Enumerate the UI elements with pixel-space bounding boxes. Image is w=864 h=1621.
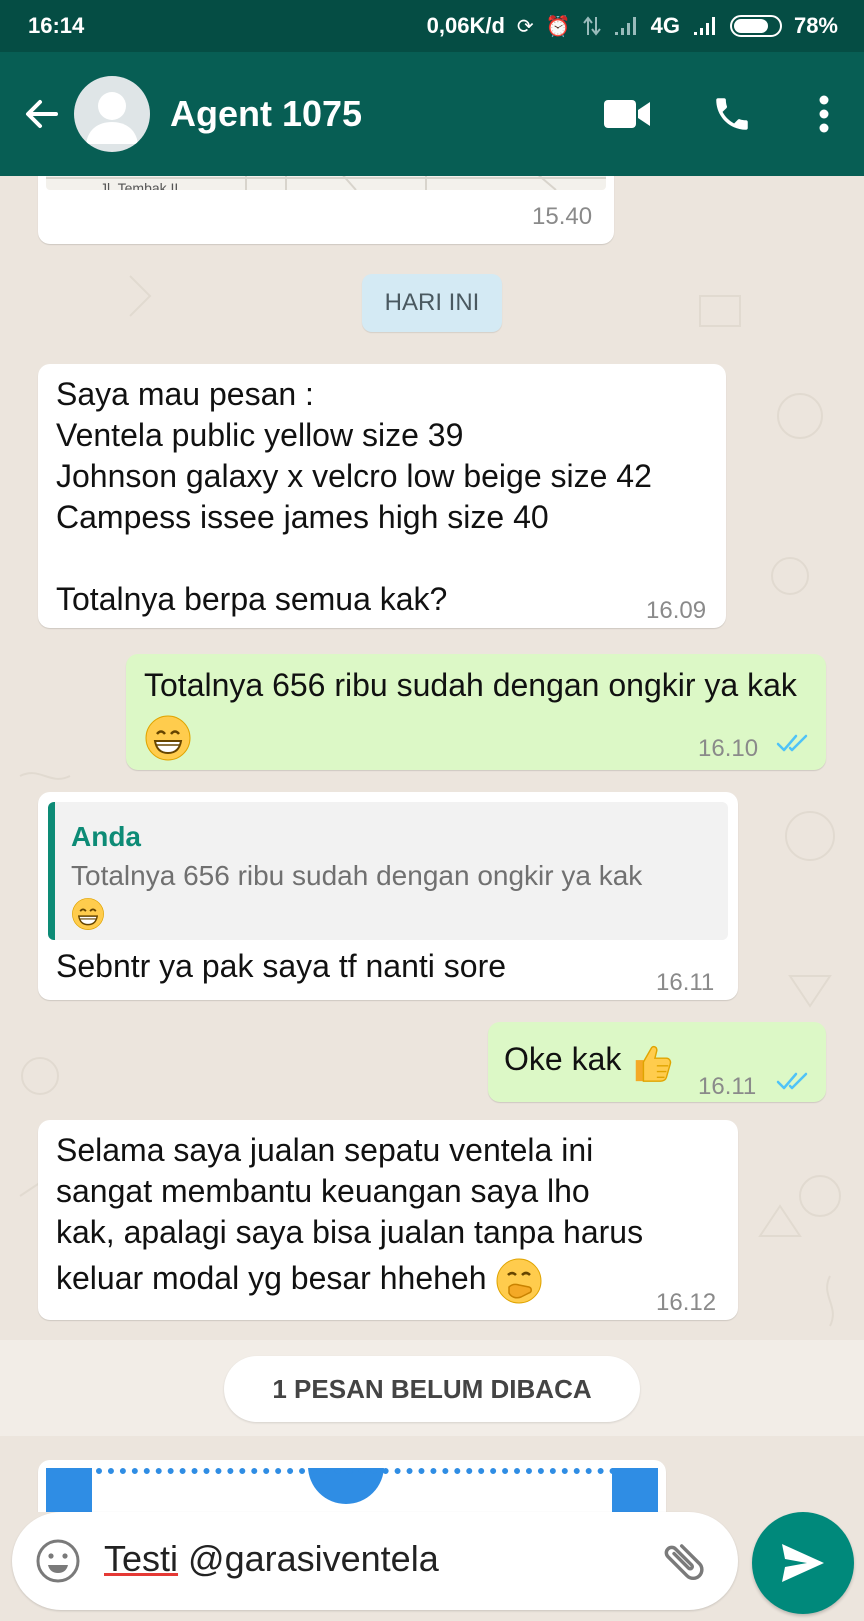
message-incoming-reply[interactable]: Anda Totalnya 656 ribu sudah dengan ongk…	[38, 792, 738, 1000]
message-time: 16.11	[698, 1073, 757, 1100]
network-speed: 0,06K/d	[426, 13, 505, 38]
default-avatar-icon	[86, 92, 138, 144]
message-text: Oke kak	[504, 1034, 676, 1085]
contact-name[interactable]: Agent 1075	[170, 93, 596, 135]
message-line: kak, apalagi saya bisa jualan tanpa haru…	[56, 1214, 644, 1250]
status-bar: 16:14 0,06K/d ⟳ ⏰ 4G 78%	[0, 0, 864, 52]
map-preview[interactable]: Jl. Tembak II	[46, 176, 606, 190]
thumbs-up-emoji	[636, 1045, 672, 1082]
grinning-face-emoji	[72, 897, 104, 930]
message-line: Totalnya berpa semua kak?	[56, 581, 448, 617]
message-body: Oke kak	[504, 1041, 622, 1077]
battery-icon	[729, 15, 782, 37]
back-button[interactable]	[12, 84, 72, 144]
network-type: 4G	[650, 13, 680, 38]
chat-area[interactable]: Jl. Tembak II 15.40 HARI INI Saya mau pe…	[0, 176, 864, 1512]
face-with-hand-over-mouth-emoji	[496, 1258, 542, 1304]
quote-body: Totalnya 656 ribu sudah dengan ongkir ya…	[71, 860, 643, 891]
more-vert-icon	[819, 95, 829, 133]
map-street-label: Jl. Tembak II	[100, 180, 179, 190]
image-message-partial[interactable]	[38, 1460, 666, 1512]
message-outgoing[interactable]: Oke kak 16.11	[488, 1022, 826, 1102]
message-input[interactable]: Testi @garasiventela	[104, 1538, 439, 1580]
chat-header: Agent 1075	[0, 52, 864, 176]
attach-paperclip-icon[interactable]	[647, 1525, 721, 1599]
image-right-blue-block	[612, 1468, 658, 1512]
send-button[interactable]	[752, 1512, 854, 1614]
voice-call-button[interactable]	[700, 82, 764, 146]
location-message[interactable]: Jl. Tembak II 15.40	[38, 176, 614, 244]
grinning-face-emoji	[145, 715, 191, 761]
message-text: Selama saya jualan sepatu ventela ini sa…	[56, 1130, 726, 1305]
more-options-button[interactable]	[804, 82, 844, 146]
video-call-button[interactable]	[596, 82, 660, 146]
sync-icon: ⟳	[516, 15, 534, 38]
message-incoming[interactable]: Saya mau pesan : Ventela public yellow s…	[38, 364, 726, 628]
quote-author: Anda	[71, 821, 141, 852]
message-line: keluar modal yg besar hheheh	[56, 1260, 487, 1296]
message-line: Ventela public yellow size 39	[56, 417, 464, 453]
status-time: 16:14	[28, 13, 85, 38]
image-left-blue-block	[46, 1468, 92, 1512]
back-arrow-icon	[26, 100, 58, 128]
image-dotted-line	[96, 1468, 616, 1474]
battery-fill	[733, 19, 769, 33]
alarm-icon: ⏰	[545, 15, 571, 38]
data-arrows-icon	[582, 16, 601, 36]
message-incoming[interactable]: Selama saya jualan sepatu ventela ini sa…	[38, 1120, 738, 1320]
message-input-word: Testi	[104, 1538, 179, 1579]
date-divider: HARI INI	[362, 274, 502, 332]
message-outgoing[interactable]: Totalnya 656 ribu sudah dengan ongkir ya…	[126, 654, 826, 770]
message-input-word: @garasiventela	[178, 1538, 439, 1579]
message-text: Saya mau pesan : Ventela public yellow s…	[56, 374, 724, 620]
message-time: 16.11	[656, 969, 715, 996]
message-line: Selama saya jualan sepatu ventela ini	[56, 1132, 594, 1168]
message-composer[interactable]: Testi @garasiventela	[12, 1512, 738, 1610]
send-icon	[782, 1544, 824, 1582]
message-line	[56, 538, 724, 579]
read-receipt-icon	[776, 734, 808, 752]
signal-icon	[614, 17, 636, 35]
message-line: Saya mau pesan :	[56, 376, 314, 412]
unread-messages-divider: 1 PESAN BELUM DIBACA	[224, 1356, 640, 1422]
message-time: 16.10	[698, 735, 759, 762]
video-call-icon	[604, 100, 650, 128]
quoted-message[interactable]: Anda Totalnya 656 ribu sudah dengan ongk…	[48, 802, 728, 940]
phone-icon	[716, 98, 748, 130]
message-line: sangat membantu keuangan saya lho	[56, 1173, 590, 1209]
message-line-with-emoji: keluar modal yg besar hheheh	[56, 1253, 726, 1305]
emoji-icon[interactable]	[34, 1537, 82, 1585]
message-time: 16.09	[646, 597, 707, 624]
message-line: Campess issee james high size 40	[56, 499, 549, 535]
message-line: Johnson galaxy x velcro low beige size 4…	[56, 458, 652, 494]
avatar[interactable]	[74, 76, 150, 152]
message-body: Totalnya 656 ribu sudah dengan ongkir ya…	[144, 667, 797, 703]
image-preview[interactable]	[46, 1468, 658, 1512]
quote-text: Totalnya 656 ribu sudah dengan ongkir ya…	[71, 858, 711, 931]
battery-percent: 78%	[793, 13, 838, 38]
read-receipt-icon	[776, 1072, 808, 1090]
status-indicators: 0,06K/d ⟳ ⏰ 4G 78%	[427, 13, 838, 39]
message-time: 15.40	[532, 203, 593, 230]
message-time: 16.12	[656, 1289, 717, 1316]
message-body: Sebntr ya pak saya tf nanti sore	[56, 948, 507, 984]
signal-icon-2	[693, 17, 715, 35]
